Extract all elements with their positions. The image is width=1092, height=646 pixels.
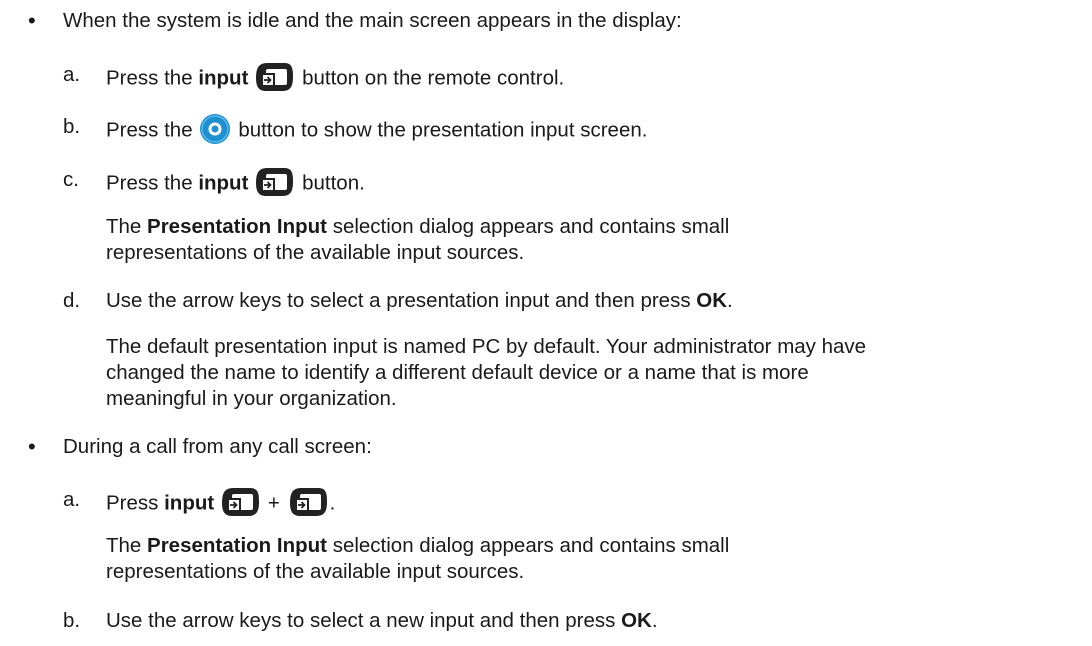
step-text-pre: Press the: [106, 171, 193, 195]
step-1d-note: The default presentation input is named …: [106, 334, 1086, 412]
note-line-1: The Presentation Input selection dialog …: [106, 215, 730, 238]
plus-sign: +: [267, 491, 280, 515]
note-line-2: representations of the available input s…: [106, 560, 525, 583]
note-line-3: meaningful in your organization.: [106, 387, 397, 410]
note-line-1: The default presentation input is named …: [106, 335, 867, 358]
step-text-pre: Press: [106, 491, 159, 515]
step-text-pre: Press the: [106, 66, 193, 90]
step-text-post: .: [651, 609, 658, 632]
input-icon: [286, 485, 330, 519]
step-letter: b.: [63, 609, 81, 632]
step-letter: c.: [63, 168, 79, 191]
step-text: Use the arrow keys to select a new input…: [106, 608, 658, 634]
note-line-2: changed the name to identify a different…: [106, 361, 809, 384]
step-text-bold: OK: [696, 289, 728, 312]
step-letter: b.: [63, 115, 81, 138]
step-text-bold: input: [198, 66, 249, 90]
note-line-1: The Presentation Input selection dialog …: [106, 534, 730, 557]
step-1c-note: The Presentation Input selection dialog …: [106, 214, 1086, 266]
input-icon: [252, 165, 296, 199]
step-text-pre: Use the arrow keys to select a new input…: [106, 609, 616, 632]
document-page: • When the system is idle and the main s…: [0, 0, 1092, 646]
step-text-post: button on the remote control.: [302, 66, 565, 90]
step-text: Press the input button.: [106, 167, 365, 201]
bullet-marker: •: [28, 434, 36, 459]
step-letter: d.: [63, 289, 81, 312]
step-text: Press the button to show the presentatio…: [106, 114, 647, 148]
note-bold: Presentation Input: [147, 534, 327, 557]
step-text-bold: input: [198, 171, 249, 195]
step-text-bold: input: [164, 491, 215, 515]
step-text-post: button.: [302, 171, 365, 195]
step-text-bold: OK: [621, 609, 652, 632]
step-text-post: .: [329, 491, 336, 515]
input-icon: [252, 60, 296, 94]
step-text: Press input + .: [106, 487, 335, 521]
input-icon: [218, 485, 262, 519]
step-text: Press the input button on the remote con…: [106, 62, 564, 96]
home-circle-icon: [197, 112, 233, 146]
step-letter: a.: [63, 63, 81, 86]
step-text-post: button to show the presentation input sc…: [238, 118, 648, 142]
step-letter: a.: [63, 488, 81, 511]
step-text-post: .: [727, 289, 733, 312]
bullet-text: When the system is idle and the main scr…: [63, 9, 682, 32]
note-bold: Presentation Input: [147, 215, 327, 238]
step-2a-note: The Presentation Input selection dialog …: [106, 533, 1086, 585]
note-line-2: representations of the available input s…: [106, 241, 525, 264]
step-text-pre: Press the: [106, 118, 193, 142]
bullet-text: During a call from any call screen:: [63, 435, 372, 458]
step-text-pre: Use the arrow keys to select a presentat…: [106, 289, 691, 312]
bullet-marker: •: [28, 8, 36, 33]
step-text: Use the arrow keys to select a presentat…: [106, 288, 733, 314]
